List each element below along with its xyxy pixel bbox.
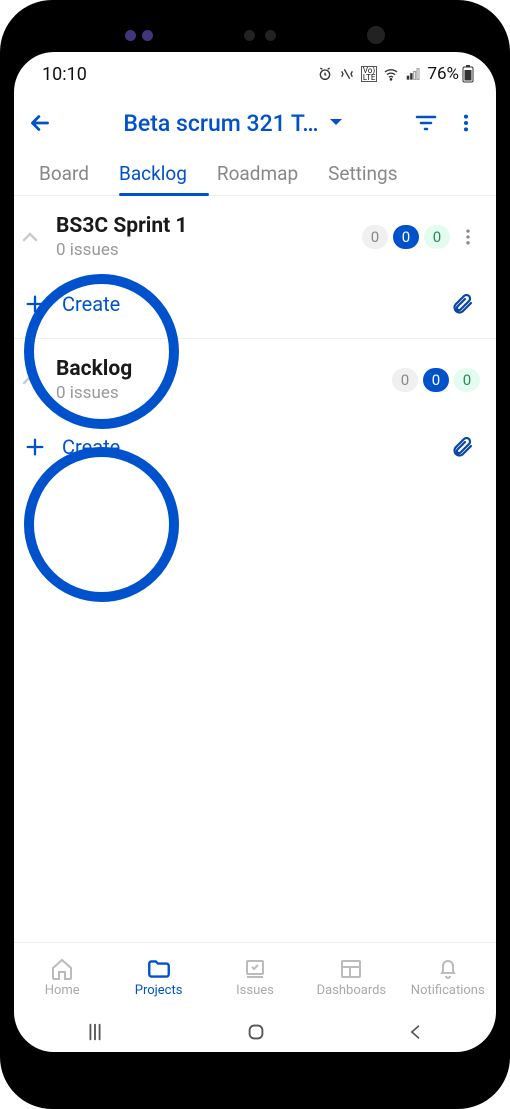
count-badge-inprogress: 0 <box>423 368 449 392</box>
back-system-button[interactable] <box>406 1022 426 1042</box>
section-title: BS3C Sprint 1 <box>56 214 357 238</box>
wifi-icon <box>383 66 399 82</box>
volte-icon: Vo)LTE <box>361 66 378 82</box>
attach-button[interactable] <box>450 292 480 316</box>
status-bar: 10:10 Vo)LTE 76% <box>14 52 496 96</box>
project-title: Beta scrum 321 T… <box>123 110 318 137</box>
status-time: 10:10 <box>42 64 87 85</box>
create-issue-button[interactable]: Create <box>22 260 480 328</box>
folder-icon <box>146 957 172 981</box>
sprint-section: BS3C Sprint 1 0 issues 0 0 0 Create <box>14 196 496 339</box>
plus-icon <box>24 436 52 458</box>
home-button[interactable] <box>245 1021 267 1043</box>
nav-label: Notifications <box>411 983 485 998</box>
create-issue-button[interactable]: Create <box>22 403 480 471</box>
nav-projects[interactable]: Projects <box>110 957 206 998</box>
count-badge-done: 0 <box>454 368 480 392</box>
vibrate-icon <box>339 66 355 82</box>
nav-label: Home <box>45 983 80 998</box>
attach-button[interactable] <box>450 435 480 459</box>
count-badge-done: 0 <box>424 225 450 249</box>
nav-label: Issues <box>236 983 274 998</box>
nav-home[interactable]: Home <box>14 957 110 998</box>
nav-notifications[interactable]: Notifications <box>400 957 496 998</box>
filter-button[interactable] <box>406 103 446 143</box>
tab-roadmap[interactable]: Roadmap <box>202 150 313 195</box>
backlog-section: Backlog 0 issues 0 0 0 Create <box>14 339 496 481</box>
bottom-nav: Home Projects Issues Dashboards <box>14 942 496 1012</box>
section-more-button[interactable] <box>450 227 480 247</box>
alarm-icon <box>317 66 333 82</box>
battery-icon <box>462 65 474 83</box>
bell-icon <box>436 957 460 981</box>
issues-icon <box>243 957 267 981</box>
view-tabs: Board Backlog Roadmap Settings <box>14 150 496 196</box>
nav-issues[interactable]: Issues <box>207 957 303 998</box>
tab-settings[interactable]: Settings <box>313 150 412 195</box>
battery-percent: 76% <box>427 64 459 84</box>
nav-label: Projects <box>135 983 183 998</box>
header-more-button[interactable] <box>446 103 486 143</box>
android-nav-bar <box>14 1012 496 1052</box>
section-subtitle: 0 issues <box>56 240 357 260</box>
collapse-icon[interactable] <box>22 374 52 386</box>
recents-button[interactable] <box>84 1021 106 1043</box>
nav-dashboards[interactable]: Dashboards <box>303 957 399 998</box>
section-subtitle: 0 issues <box>56 383 387 403</box>
collapse-icon[interactable] <box>22 231 52 243</box>
dropdown-icon <box>329 118 343 128</box>
create-label: Create <box>52 292 120 316</box>
back-button[interactable] <box>20 103 60 143</box>
count-badge-inprogress: 0 <box>393 225 419 249</box>
project-dropdown[interactable]: Beta scrum 321 T… <box>60 110 406 137</box>
count-badge-todo: 0 <box>362 225 388 249</box>
dashboard-icon <box>339 957 363 981</box>
tab-backlog[interactable]: Backlog <box>104 150 202 195</box>
signal-icon <box>405 66 421 82</box>
app-header: Beta scrum 321 T… <box>14 96 496 150</box>
create-label: Create <box>52 435 120 459</box>
plus-icon <box>24 293 52 315</box>
count-badge-todo: 0 <box>392 368 418 392</box>
nav-label: Dashboards <box>317 983 387 998</box>
tab-board[interactable]: Board <box>24 150 104 195</box>
section-title: Backlog <box>56 357 387 381</box>
home-icon <box>50 957 74 981</box>
status-icons: Vo)LTE 76% <box>317 64 474 84</box>
